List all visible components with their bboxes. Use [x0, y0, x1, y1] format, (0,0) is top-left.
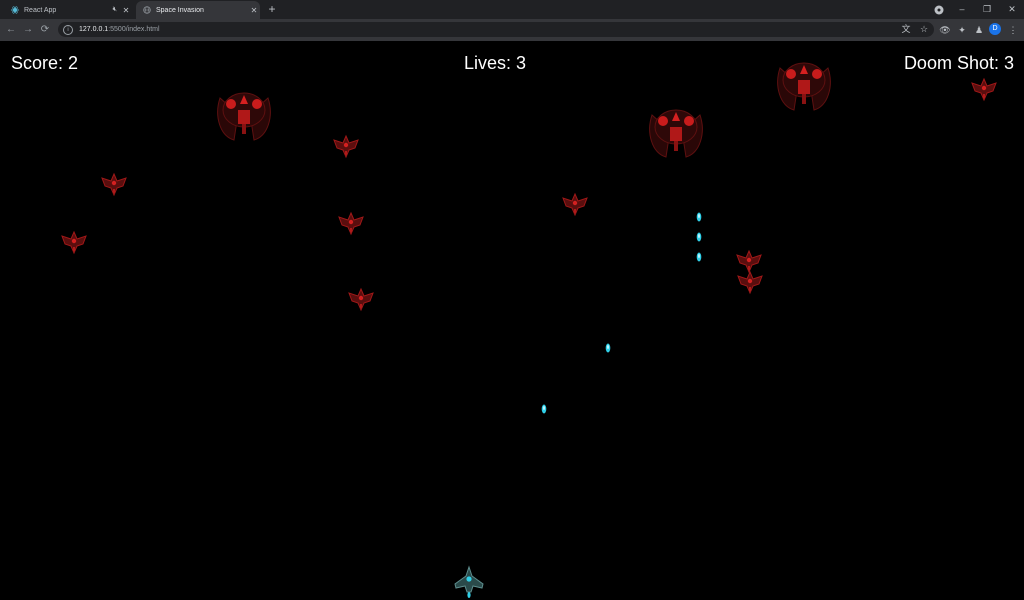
close-window-icon[interactable]: ✕ — [1000, 0, 1024, 19]
player-laser — [605, 343, 611, 353]
close-tab-icon[interactable]: ✕ — [248, 6, 260, 15]
enemy-fighter — [101, 173, 127, 196]
enemy-fighter — [333, 135, 359, 158]
enemy-fighter — [737, 271, 763, 294]
game-sprites — [61, 62, 997, 598]
tab-space-invasion[interactable]: Space Invasion ✕ — [136, 1, 260, 19]
player-laser — [696, 212, 702, 222]
tab-title: Space Invasion — [156, 6, 204, 14]
boss-enemy — [217, 92, 271, 141]
tab-react-app[interactable]: React App 🔇︎ ✕ — [4, 1, 132, 19]
translate-icon[interactable]: 文 — [900, 22, 912, 37]
minimize-icon[interactable]: – — [950, 0, 974, 19]
back-icon[interactable]: ← — [4, 22, 18, 38]
player-laser — [541, 404, 547, 414]
restore-icon[interactable]: ❐ — [975, 0, 999, 19]
info-icon[interactable]: i — [63, 24, 73, 35]
profile-avatar[interactable]: D — [989, 23, 1001, 35]
player-laser — [696, 252, 702, 262]
tab-strip: React App 🔇︎ ✕ Space Invasion ✕ + – ❐ ✕ — [0, 0, 1024, 19]
forward-icon[interactable]: → — [21, 22, 35, 38]
enemy-fighter — [338, 212, 364, 235]
boss-enemy — [777, 62, 831, 111]
boss-enemy — [649, 109, 703, 158]
url-host: 127.0.0.1 — [79, 26, 109, 33]
tab-title: React App — [24, 6, 57, 14]
player-laser — [696, 232, 702, 242]
url-path: :5500/index.html — [108, 26, 160, 33]
enemy-fighter — [736, 250, 762, 273]
menu-kebab-icon[interactable]: ⋮ — [1006, 23, 1020, 37]
media-control-icon[interactable] — [927, 0, 951, 19]
url-text[interactable]: 127.0.0.1:5500/index.html — [79, 26, 160, 33]
puzzle-extensions-icon[interactable]: ✦ — [955, 23, 969, 37]
reload-icon[interactable]: ⟳ — [38, 22, 52, 38]
bookmark-star-icon[interactable]: ☆ — [918, 22, 930, 37]
globe-icon — [143, 6, 151, 14]
enemy-fighter — [61, 231, 87, 254]
player-ship[interactable] — [454, 565, 484, 598]
new-tab-icon[interactable]: + — [266, 2, 278, 16]
react-icon — [11, 6, 19, 14]
mute-icon[interactable]: 🔇︎ — [113, 6, 117, 14]
game-canvas[interactable]: Score: 2 Lives: 3 Doom Shot: 3 — [0, 41, 1024, 600]
enemy-fighter — [562, 193, 588, 216]
enemy-fighter — [348, 288, 374, 311]
address-bar[interactable]: i 127.0.0.1:5500/index.html — [58, 22, 934, 37]
eye-extension-icon[interactable]: 👁︎ — [938, 23, 952, 37]
close-tab-icon[interactable]: ✕ — [120, 6, 132, 15]
enemy-fighter — [971, 78, 997, 101]
toolbar: ← → ⟳ i 127.0.0.1:5500/index.html 文 ☆ 👁︎… — [0, 19, 1024, 41]
account-icon[interactable]: ♟ — [972, 23, 986, 37]
